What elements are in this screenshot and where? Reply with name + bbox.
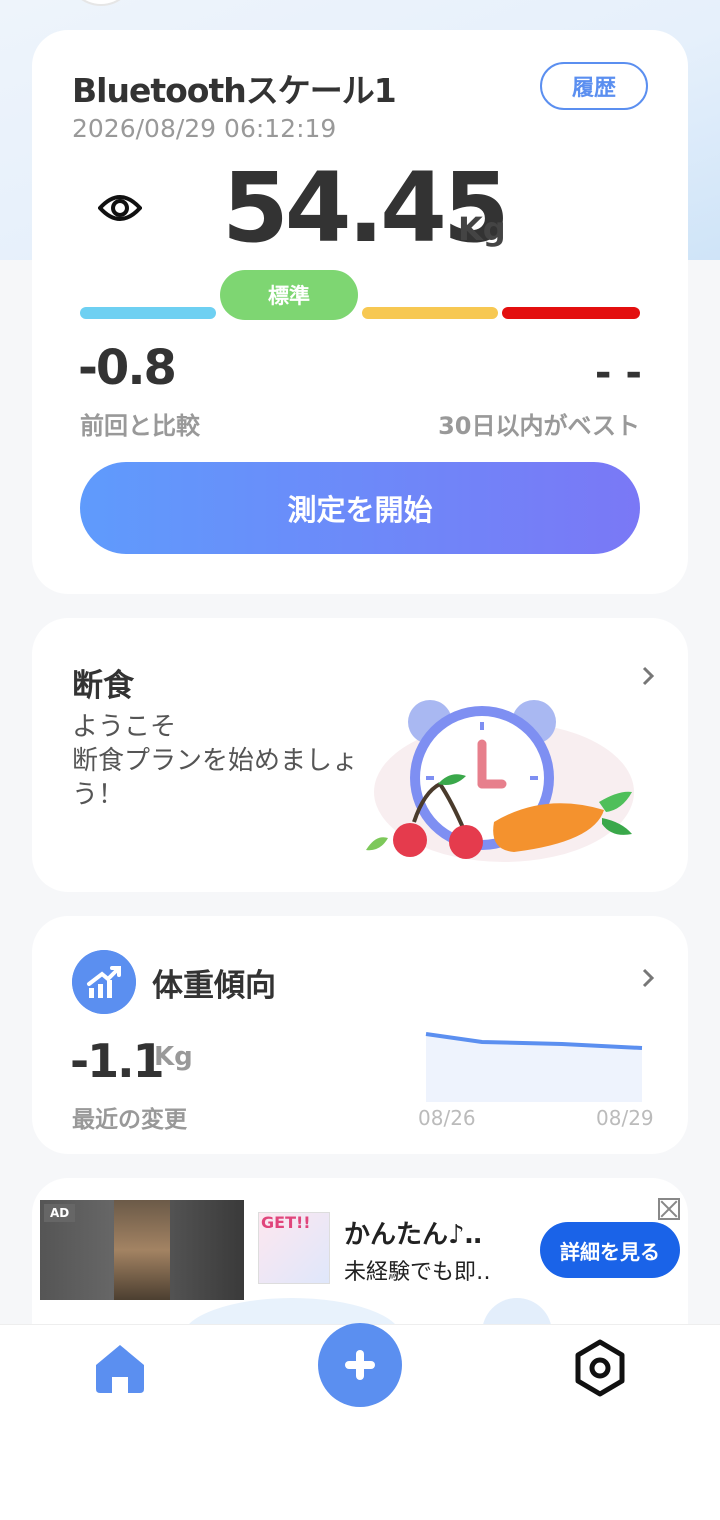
weight-trend-card[interactable]: 体重傾向 -1.1 Kg 最近の変更 08/26 08/29 [32,916,688,1154]
close-icon[interactable] [658,1198,680,1220]
best-label: 30日以内がベスト [438,412,640,440]
fasting-card[interactable]: 断食 ようこそ 断食プランを始めましょう！ [32,618,688,892]
best-value: - - [594,350,642,396]
add-button[interactable] [318,1323,402,1407]
eye-icon[interactable] [98,188,142,228]
trend-up-icon [72,950,136,1014]
bmi-bar-underweight [80,307,216,319]
fasting-description: ようこそ 断食プランを始めましょう！ [72,712,359,810]
trend-title: 体重傾向 [152,968,276,1004]
ad-title[interactable]: かんたん♪‥ [344,1214,482,1251]
ad-thumbnail-text: GET!! [261,1213,311,1232]
ad-image[interactable]: AD [40,1200,244,1300]
trend-value: -1.1 [70,1034,165,1088]
trend-sparkline [425,1032,643,1102]
trend-label: 最近の変更 [72,1107,187,1133]
measurement-timestamp: 2026/08/29 06:12:19 [72,114,337,143]
scale-card: Bluetoothスケール1 履歴 2026/08/29 06:12:19 54… [32,30,688,594]
history-button[interactable]: 履歴 [540,62,648,110]
plus-icon [345,1350,375,1380]
status-badge: 標準 [220,270,358,320]
start-measurement-button[interactable]: 測定を開始 [80,462,640,554]
ad-thumbnail[interactable]: GET!! [258,1212,330,1284]
diff-label: 前回と比較 [80,412,200,440]
chevron-right-icon[interactable] [638,666,658,686]
home-icon[interactable] [92,1343,148,1395]
ad-badge: AD [44,1204,76,1222]
alarm-clock-illustration [366,700,634,862]
ad-photo [114,1200,170,1300]
settings-icon[interactable] [572,1339,628,1397]
bmi-bar-obese [502,307,640,319]
trend-unit: Kg [154,1042,193,1072]
device-name: Bluetoothスケール1 [72,71,397,110]
trend-x-end: 08/29 [596,1106,654,1130]
ad-cta-button[interactable]: 詳細を見る [540,1222,680,1278]
bottom-navigation [0,1323,720,1520]
diff-value: -0.8 [78,340,177,396]
trend-x-start: 08/26 [418,1106,476,1130]
bmi-bar-overweight [362,307,498,319]
ad-description[interactable]: 未経験でも即‥ [344,1254,491,1286]
chevron-right-icon[interactable] [638,968,658,988]
ad-banner[interactable]: AD GET!! かんたん♪‥ 未経験でも即‥ 詳細を見る [32,1178,688,1378]
weight-unit: Kg [458,210,506,248]
fasting-title: 断食 [72,668,134,704]
